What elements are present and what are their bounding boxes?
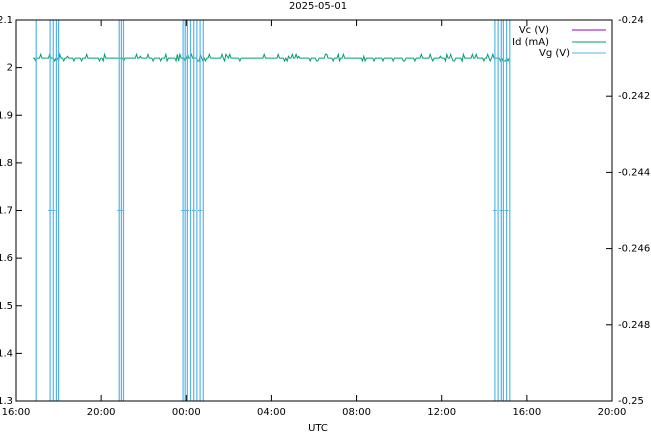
x-tick-label: 20:00 — [598, 407, 627, 418]
x-tick-label: 08:00 — [342, 407, 371, 418]
x-axis: 16:00 20:00 00:00 04:00 08:00 12:00 16:00 20:00 — [2, 20, 627, 418]
series-id-line — [33, 52, 510, 63]
y-tick-label: 1.3 — [0, 396, 13, 407]
y2-tick-label: -0.242 — [618, 91, 650, 102]
y-tick-label: 1.4 — [0, 348, 13, 359]
plot-frame — [15, 19, 613, 402]
y-tick-label: 1.8 — [0, 158, 13, 169]
legend: Vc (V)Id (mA)Vg (V) — [512, 25, 606, 59]
chart: 2025-05-01 UTC 16:00 20:00 00:00 04:00 08:00… — [0, 1, 650, 432]
y2-tick-label: -0.24 — [618, 15, 644, 26]
legend-label: Id (mA) — [512, 37, 549, 48]
x-tick-label: 12:00 — [427, 407, 456, 418]
y2-tick-label: -0.246 — [618, 244, 650, 255]
y-tick-label: 2 — [7, 63, 13, 74]
y-tick-label: 2.1 — [0, 15, 13, 26]
x-tick-label: 04:00 — [257, 407, 286, 418]
y2-tick-label: -0.248 — [618, 320, 650, 331]
y-tick-label: 1.6 — [0, 253, 13, 264]
legend-label: Vc (V) — [519, 25, 549, 36]
y-tick-label: 1.7 — [0, 206, 13, 217]
x-tick-label: 16:00 — [2, 407, 31, 418]
y2-tick-label: -0.25 — [618, 396, 644, 407]
chart-title: 2025-05-01 — [289, 1, 347, 12]
x-axis-label: UTC — [308, 423, 328, 432]
plot-area — [33, 20, 511, 401]
y-axis-left: 1.3 1.4 1.5 1.6 1.7 1.8 1.9 2 2.1 — [0, 15, 22, 407]
x-tick-label: 16:00 — [512, 407, 541, 418]
y2-tick-label: -0.244 — [618, 167, 650, 178]
legend-label: Vg (V) — [539, 48, 570, 59]
y-tick-label: 1.9 — [0, 110, 13, 121]
y-axis-right: -0.25 -0.248 -0.246 -0.244 -0.242 -0.24 — [606, 15, 650, 407]
y-tick-label: 1.5 — [0, 301, 13, 312]
x-tick-label: 00:00 — [172, 407, 201, 418]
x-tick-label: 20:00 — [87, 407, 116, 418]
